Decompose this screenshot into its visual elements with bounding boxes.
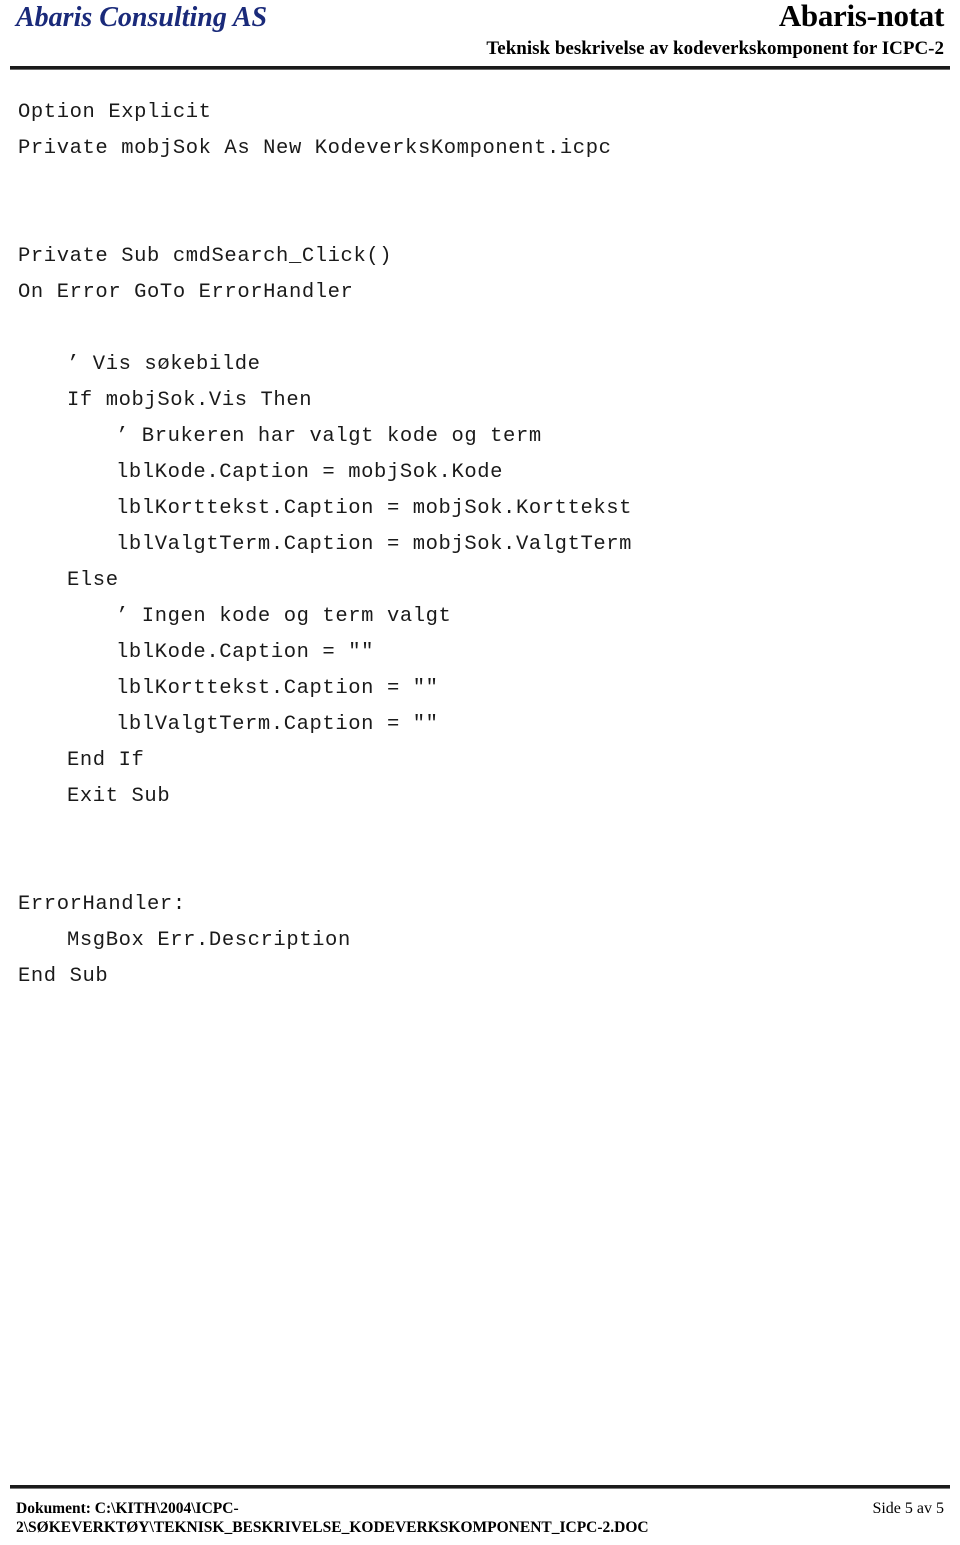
document-subtitle: Teknisk beskrivelse av kodeverkskomponen… [486,38,944,59]
code-line: Else [67,569,119,592]
document-page: Abaris Consulting AS Abaris-notat Teknis… [0,0,960,1545]
footer-divider [10,1485,950,1489]
code-line: lblKorttekst.Caption = mobjSok.Korttekst [116,497,633,520]
footer-document-path-line1: Dokument: C:\KITH\2004\ICPC- [16,1500,239,1517]
code-line: ErrorHandler: [18,893,186,916]
code-line: lblKode.Caption = mobjSok.Kode [116,461,504,484]
code-line: Private Sub cmdSearch_Click() [18,245,393,268]
code-line: If mobjSok.Vis Then [67,389,313,412]
code-line: lblKode.Caption = "" [116,641,375,664]
code-line: lblKorttekst.Caption = "" [116,677,439,700]
code-line: Option Explicit [18,101,212,124]
code-line: lblValgtTerm.Caption = "" [116,713,439,736]
code-line: lblValgtTerm.Caption = mobjSok.ValgtTerm [116,533,633,556]
code-line: ’ Ingen kode og term valgt [116,605,452,628]
code-line: MsgBox Err.Description [67,929,351,952]
code-line: End If [67,749,145,772]
code-line: On Error GoTo ErrorHandler [18,281,354,304]
code-line: Exit Sub [67,785,171,808]
footer-page-number: Side 5 av 5 [872,1500,944,1517]
document-type-title: Abaris-notat [778,0,944,33]
header-inner: Abaris Consulting AS Abaris-notat Teknis… [0,0,960,66]
code-listing: Option Explicit Private mobjSok As New Ko… [0,95,960,995]
company-logo-text: Abaris Consulting AS [16,2,268,33]
footer-document-path-line2: 2\SØKEVERKTØY\TEKNISK_BESKRIVELSE_KODEVE… [16,1519,649,1536]
footer-document-path: Dokument: C:\KITH\2004\ICPC- 2\SØKEVERKT… [16,1499,716,1537]
code-line: Private mobjSok As New KodeverksKomponen… [18,137,612,160]
header-divider [10,66,950,70]
code-line: End Sub [18,965,109,988]
code-line: ’ Brukeren har valgt kode og term [116,425,542,448]
code-line: ’ Vis søkebilde [67,353,261,376]
page-header: Abaris Consulting AS Abaris-notat Teknis… [0,0,960,72]
page-footer: Dokument: C:\KITH\2004\ICPC- 2\SØKEVERKT… [0,1485,960,1545]
